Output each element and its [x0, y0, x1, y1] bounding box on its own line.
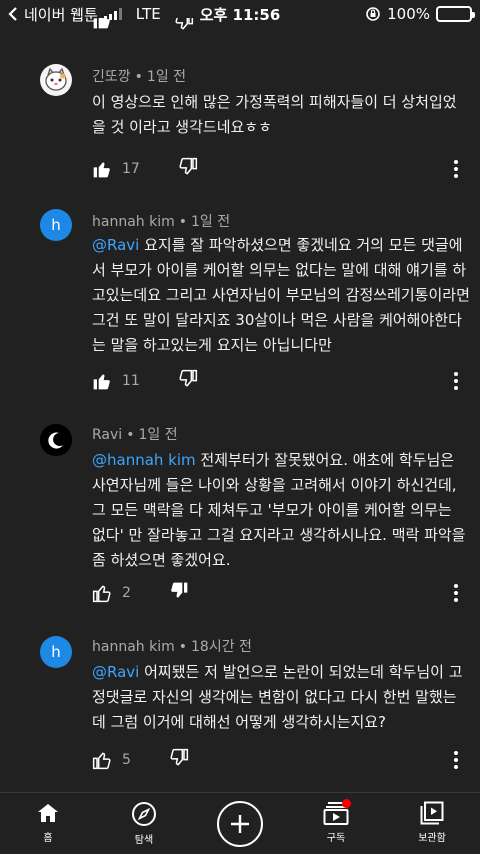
thumbs-down-icon[interactable]	[174, 18, 194, 32]
comment-author[interactable]: 긴또깡	[92, 69, 131, 85]
comment-time: 1일 전	[138, 427, 178, 443]
comment-text: @Ravi 요지를 잘 파악하셨으면 좋겠네요 거의 모든 댓글에서 부모가 아…	[92, 233, 470, 358]
thumbs-up-outline-icon	[92, 585, 111, 603]
mention-link[interactable]: @Ravi	[92, 663, 139, 681]
back-chevron-icon[interactable]	[8, 7, 18, 21]
comment: h hannah kim • 1일 전 @Ravi 요지를 잘 파악하셨으면 좋겠네…	[0, 205, 480, 405]
thumbs-down-filled-icon	[171, 582, 188, 598]
comment: h hannah kim • 18시간 전 @Ravi 어찌됐든 저 발언으로 논란…	[0, 632, 480, 782]
like-count: 17	[122, 161, 140, 177]
avatar[interactable]	[40, 424, 72, 456]
dislike-button[interactable]	[178, 157, 198, 181]
comment-text: @Ravi 어찌됐든 저 발언으로 논란이 되었는데 학두님이 고정댓글로 자신…	[92, 660, 470, 735]
notification-dot	[342, 799, 351, 808]
moon-avatar-icon	[40, 424, 72, 456]
more-options-icon[interactable]	[444, 369, 468, 393]
comment-actions: 17	[92, 157, 480, 181]
nav-subscriptions-label: 구독	[326, 833, 346, 844]
comment: Ravi • 1일 전 @hannah kim 전제부터가 잘못됐어요. 애초에 학…	[0, 420, 480, 610]
comment-author[interactable]: Ravi	[92, 427, 122, 443]
comment-actions: 5	[92, 748, 480, 772]
comment-actions: 11	[92, 369, 480, 393]
home-icon	[38, 804, 58, 822]
dislike-button[interactable]	[169, 581, 189, 605]
thumbs-down-icon	[179, 369, 197, 387]
plus-icon	[231, 815, 249, 833]
comment-actions: 2	[92, 581, 480, 605]
nav-library[interactable]: 보관함	[392, 801, 472, 844]
previous-comment-actions	[92, 18, 212, 34]
dislike-button[interactable]	[169, 748, 189, 772]
avatar[interactable]: h	[40, 209, 72, 241]
avatar-letter: h	[51, 216, 61, 234]
comment-time: 18시간 전	[191, 639, 252, 655]
nav-explore-label: 탐색	[134, 835, 154, 846]
library-icon	[420, 801, 444, 825]
like-button[interactable]: 17	[92, 159, 140, 179]
comment: 긴또깡 • 1일 전 이 영상으로 인해 많은 가정폭력의 피해자들이 더 상처입었…	[0, 60, 480, 190]
like-count: 2	[122, 585, 131, 601]
status-bar: 네이버 웹툰 LTE 오후 11:56 100%	[0, 0, 480, 28]
comment-time: 1일 전	[146, 69, 187, 85]
thumbs-up-icon	[93, 374, 110, 390]
comment-time: 1일 전	[191, 214, 231, 230]
thumbs-down-icon	[179, 157, 197, 175]
more-options-icon[interactable]	[444, 581, 468, 605]
nav-home[interactable]: 홈	[8, 801, 88, 844]
meta-separator: •	[178, 639, 188, 655]
nav-home-label: 홈	[43, 833, 53, 844]
mention-link[interactable]: @Ravi	[92, 236, 139, 254]
meta-separator: •	[134, 69, 143, 85]
battery-icon	[436, 6, 475, 22]
bottom-navigation: 홈 탐색 구독 보관함	[0, 792, 480, 854]
more-options-icon[interactable]	[444, 748, 468, 772]
thumbs-down-icon	[170, 748, 189, 766]
nav-subscriptions[interactable]: 구독	[296, 799, 376, 844]
mention-link[interactable]: @hannah kim	[92, 451, 196, 469]
like-button[interactable]: 11	[92, 371, 140, 391]
comment-body: 어찌됐든 저 발언으로 논란이 되었는데 학두님이 고정댓글로 자신의 생각에는…	[92, 663, 463, 731]
like-button[interactable]: 2	[92, 583, 131, 603]
thumbs-up-outline-icon	[92, 752, 111, 770]
comment-author[interactable]: hannah kim	[92, 214, 175, 230]
like-button[interactable]: 5	[92, 750, 131, 770]
create-button[interactable]	[217, 801, 263, 847]
dislike-button[interactable]	[178, 369, 198, 393]
cat-avatar-icon	[45, 67, 67, 91]
comment-text: 이 영상으로 인해 많은 가정폭력의 피해자들이 더 상처입었을 것 이라고 생…	[92, 90, 470, 140]
comment-text: @hannah kim 전제부터가 잘못됐어요. 애초에 학두님은 사연자님께 …	[92, 448, 470, 573]
like-count: 5	[122, 752, 131, 768]
like-count: 11	[122, 373, 140, 389]
rotation-lock-icon	[366, 7, 380, 21]
comment-body: 이 영상으로 인해 많은 가정폭력의 피해자들이 더 상처입었을 것 이라고 생…	[92, 93, 457, 136]
avatar-letter: h	[51, 643, 61, 661]
thumbs-up-icon[interactable]	[92, 18, 112, 30]
comment-author[interactable]: hannah kim	[92, 639, 175, 655]
avatar[interactable]	[40, 64, 72, 96]
battery-percent: 100%	[387, 5, 430, 23]
nav-explore[interactable]: 탐색	[104, 801, 184, 846]
comment-body: 요지를 잘 파악하셨으면 좋겠네요 거의 모든 댓글에서 부모가 아이를 케어할…	[92, 236, 470, 354]
compass-icon	[132, 802, 156, 826]
nav-library-label: 보관함	[418, 833, 446, 844]
meta-separator: •	[126, 427, 135, 443]
avatar[interactable]: h	[40, 636, 72, 668]
more-options-icon[interactable]	[444, 157, 468, 181]
carrier-label: 네이버 웹툰	[24, 5, 98, 24]
thumbs-up-icon	[93, 162, 110, 178]
meta-separator: •	[178, 214, 188, 230]
